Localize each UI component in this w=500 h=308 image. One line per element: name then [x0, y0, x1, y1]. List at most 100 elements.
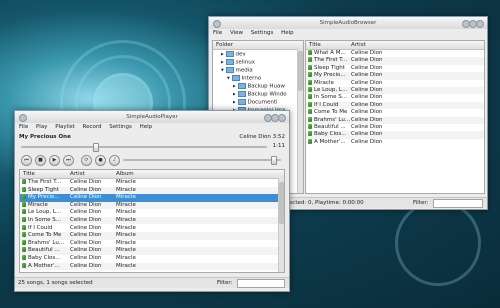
close-icon[interactable]: [476, 20, 484, 28]
scroll-thumb[interactable]: [298, 51, 303, 91]
expander-icon[interactable]: ▸: [233, 100, 236, 106]
playlist-row[interactable]: Miracle Celine Dion Miracle: [20, 201, 284, 210]
audio-file-icon: [308, 94, 312, 100]
window-menu-icon[interactable]: [213, 20, 221, 28]
tree-item[interactable]: ▸ Backup Huaw: [233, 83, 285, 90]
window-menu-icon[interactable]: [19, 114, 27, 122]
scroll-thumb[interactable]: [279, 182, 284, 224]
playlist-row[interactable]: Sleep Tight Celine Dion Miracle: [20, 186, 284, 194]
tree-scrollbar[interactable]: [297, 49, 303, 193]
playlist-row[interactable]: A Mother'... Celine Dion Miracle: [20, 262, 284, 270]
track-album: Miracle: [116, 217, 136, 223]
menu-play[interactable]: Play: [36, 124, 47, 130]
tree-item[interactable]: ▾ Interno: [227, 75, 261, 82]
menu-settings[interactable]: Settings: [251, 30, 274, 36]
playlist-scrollbar[interactable]: [278, 178, 284, 272]
audio-file-icon: [22, 224, 26, 230]
track-row[interactable]: Come To Me Celine Dion: [306, 109, 484, 116]
playlist-row[interactable]: Come To Me Celine Dion Miracle: [20, 232, 284, 240]
browser-track-list[interactable]: Title Artist What A M... Celine Dion The F…: [305, 40, 485, 194]
volume-icon[interactable]: ♪: [109, 155, 120, 166]
column-title[interactable]: Title: [23, 170, 35, 178]
tree-item[interactable]: ▸ Documenti: [233, 99, 278, 106]
tree-item[interactable]: ▾ media: [221, 67, 253, 74]
menu-help[interactable]: Help: [140, 124, 153, 130]
tree-item-label: Interno: [241, 75, 262, 82]
playlist-row[interactable]: In Some S... Celine Dion Miracle: [20, 217, 284, 225]
tree-item[interactable]: ▸ selinux: [221, 59, 255, 66]
track-title: Miracle: [28, 201, 48, 208]
track-artist: Celine Dion: [351, 138, 383, 145]
expander-icon[interactable]: ▸: [233, 84, 236, 90]
column-artist[interactable]: Artist: [351, 41, 366, 49]
volume-knob[interactable]: [271, 156, 278, 165]
playlist-row[interactable]: Beautiful ... Celine Dion Miracle: [20, 247, 284, 255]
playlist-row[interactable]: My Precio... Celine Dion Miracle: [20, 194, 284, 202]
stop-button[interactable]: ■: [35, 155, 46, 166]
tree-item-label: Backup Windo: [247, 91, 287, 98]
menu-help[interactable]: Help: [281, 30, 294, 36]
playlist[interactable]: Title Artist Album The First T... Celine …: [19, 169, 285, 273]
track-artist: Celine Dion: [70, 232, 102, 239]
menu-view[interactable]: View: [230, 30, 243, 36]
track-row[interactable]: A Mother'... Celine Dion: [306, 138, 484, 146]
browser-filter-input[interactable]: [433, 199, 483, 208]
track-title: Baby Clos...: [314, 131, 347, 138]
browser-titlebar[interactable]: SimpleAudioBrowser: [209, 17, 487, 29]
filter-label: Filter:: [217, 280, 233, 286]
track-artist: Celine Dion: [351, 109, 383, 116]
menu-file[interactable]: File: [19, 124, 28, 130]
next-button[interactable]: ⏭: [63, 155, 74, 166]
expander-icon[interactable]: ▾: [221, 68, 224, 74]
record-button[interactable]: ●: [95, 155, 106, 166]
menu-file[interactable]: File: [213, 30, 222, 36]
playlist-row[interactable]: The First T... Celine Dion Miracle: [20, 179, 284, 186]
audio-file-icon: [22, 217, 26, 222]
track-row[interactable]: The First T... Celine Dion: [306, 57, 484, 65]
track-artist: Celine Dion: [70, 209, 102, 216]
folder-header[interactable]: Folder: [213, 41, 303, 50]
track-artist: Celine Dion: [351, 50, 383, 56]
track-album: Miracle: [116, 209, 136, 216]
playlist-row[interactable]: Brahms' Lu... Celine Dion Miracle: [20, 239, 284, 247]
repeat-button[interactable]: ⟳: [81, 155, 92, 166]
playlist-row[interactable]: If I Could Celine Dion Miracle: [20, 224, 284, 232]
play-button[interactable]: ▶: [49, 155, 60, 166]
track-row[interactable]: Beautiful ... Celine Dion: [306, 124, 484, 131]
track-title: If I Could: [28, 224, 53, 231]
track-row[interactable]: Le Loup, L... Celine Dion: [306, 87, 484, 95]
expander-icon[interactable]: ▸: [233, 92, 236, 98]
player-titlebar[interactable]: SimpleAudioPlayer: [15, 111, 289, 123]
player-title: SimpleAudioPlayer: [126, 114, 178, 120]
progress-track[interactable]: [21, 143, 267, 152]
player-statusbar: 25 songs, 1 songs selected Filter:: [15, 277, 289, 288]
player-filter-input[interactable]: [237, 279, 285, 288]
track-artist: Celine Dion: [70, 239, 102, 246]
playlist-row[interactable]: Baby Clos... Celine Dion Miracle: [20, 255, 284, 262]
column-title[interactable]: Title: [309, 41, 321, 49]
menu-playlist[interactable]: Playlist: [55, 124, 75, 130]
track-row[interactable]: In Some S... Celine Dion: [306, 94, 484, 101]
track-row[interactable]: Baby Clos... Celine Dion: [306, 131, 484, 139]
expander-icon[interactable]: ▸: [221, 60, 224, 66]
tree-item[interactable]: ▸ dev: [221, 51, 246, 58]
track-row[interactable]: If I Could Celine Dion: [306, 101, 484, 110]
playlist-row[interactable]: Le Loup, L... Celine Dion Miracle: [20, 209, 284, 216]
menu-record[interactable]: Record: [83, 124, 102, 130]
volume-track[interactable]: [123, 156, 281, 165]
previous-button[interactable]: ⏮: [21, 155, 32, 166]
audio-file-icon: [22, 209, 26, 215]
progress-knob[interactable]: [92, 143, 99, 152]
close-icon[interactable]: [278, 114, 286, 122]
column-artist[interactable]: Artist: [70, 170, 85, 178]
track-row[interactable]: Brahms' Lu... Celine Dion: [306, 116, 484, 124]
expander-icon[interactable]: ▸: [221, 52, 224, 58]
track-row[interactable]: Sleep Tight Celine Dion: [306, 64, 484, 72]
column-album[interactable]: Album: [116, 170, 134, 178]
expander-icon[interactable]: ▾: [227, 76, 230, 82]
track-row[interactable]: Miracle Celine Dion: [306, 79, 484, 87]
menu-settings[interactable]: Settings: [109, 124, 132, 130]
track-row[interactable]: What A M... Celine Dion: [306, 50, 484, 57]
track-row[interactable]: My Precio... Celine Dion: [306, 72, 484, 80]
tree-item[interactable]: ▸ Backup Windo: [233, 91, 287, 98]
